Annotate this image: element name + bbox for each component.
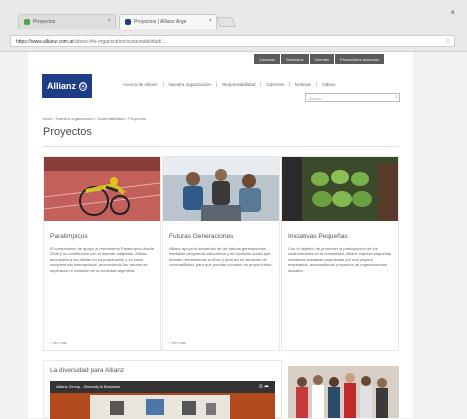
project-card-iniciativas[interactable]: Iniciativas Pequeñas Con el objetivo de …: [281, 156, 399, 351]
card-description: Con el objetivo de promover la participa…: [288, 246, 392, 273]
main-nav: Acerca de Allianz Nuestra organización R…: [123, 82, 341, 87]
url-host: https://www.allianz.com.ar: [16, 39, 74, 45]
allianz-page: Contacto Siniestros Clientes Productores…: [28, 52, 413, 419]
nav-acerca[interactable]: Acerca de Allianz: [123, 82, 164, 87]
topnav-productores[interactable]: Productores Asesores: [335, 54, 385, 64]
search-placeholder: Buscar: [309, 96, 322, 101]
section-title: La diversidad para Allianz: [50, 367, 125, 374]
nav-responsabilidad[interactable]: Responsabilidad: [222, 82, 262, 87]
nav-organizacion[interactable]: Nuestra organización: [169, 82, 218, 87]
group-photo-image: [288, 366, 399, 418]
card-description: El compromiso de apoyo al movimiento Par…: [50, 246, 155, 273]
nav-videos[interactable]: Videos: [322, 82, 341, 87]
card-more-link[interactable]: › Ver más: [169, 340, 186, 345]
nav-carreras[interactable]: Carreras: [266, 82, 290, 87]
nav-noticias[interactable]: Noticias: [295, 82, 317, 87]
classroom-students-image: [163, 157, 279, 221]
address-bar[interactable]: https://www.allianz.com.ar/about-the-org…: [10, 35, 455, 47]
breadcrumb[interactable]: Inicio › Nuestra organización › Sustenta…: [43, 116, 146, 121]
tab-favicon-icon: [24, 19, 30, 25]
search-input[interactable]: Buscar ⌕: [305, 93, 400, 102]
topnav-siniestros[interactable]: Siniestros: [281, 54, 309, 64]
window-close-icon[interactable]: ×: [450, 8, 455, 17]
project-card-paralimpicos[interactable]: Paralímpicos El compromiso de apoyo al m…: [43, 156, 161, 351]
card-title[interactable]: Paralímpicos: [50, 233, 88, 240]
page-title: Proyectos: [43, 126, 92, 138]
tab-label: Proyectos: [33, 19, 56, 25]
card-title[interactable]: Futuras Generaciones: [169, 233, 233, 240]
video-share-icons[interactable]: ⏲ ➦: [259, 384, 269, 390]
divider: [43, 146, 399, 147]
video-player[interactable]: Allianz Group - Diversity is Business ⏲ …: [50, 381, 275, 419]
topnav-clientes[interactable]: Clientes: [309, 54, 335, 64]
video-title: Allianz Group - Diversity is Business: [56, 384, 121, 389]
tab-close-icon[interactable]: ×: [107, 18, 111, 24]
diversity-section: La diversidad para Allianz Allianz Group…: [43, 360, 282, 419]
search-icon[interactable]: ⌕: [395, 94, 398, 100]
allianz-eagle-icon: ⓐ: [79, 81, 87, 91]
project-card-futuras-generaciones[interactable]: Futuras Generaciones Allianz apoya el de…: [162, 156, 280, 351]
browser-chrome: Proyectos × Proyectos | Allianz Arge × ×…: [0, 0, 467, 52]
bookmark-star-icon[interactable]: ☆: [445, 37, 451, 45]
tab-close-icon[interactable]: ×: [208, 18, 212, 24]
browser-tab-proyectos[interactable]: Proyectos ×: [18, 14, 116, 29]
top-utility-nav: Contacto Siniestros Clientes Productores…: [253, 54, 385, 64]
topnav-contacto[interactable]: Contacto: [254, 54, 281, 64]
tab-label: Proyectos | Allianz Arge: [134, 19, 187, 25]
card-title[interactable]: Iniciativas Pequeñas: [288, 233, 348, 240]
card-description: Allianz apoya el desarrollo de las futur…: [169, 246, 273, 268]
url-path: /about-the-organization/sustentabilidad/…: [73, 39, 166, 45]
new-tab-button[interactable]: [216, 17, 236, 27]
tab-favicon-icon: [125, 19, 131, 25]
allianz-logo[interactable]: Allianz ⓐ: [42, 74, 92, 98]
vegetable-garden-image: [282, 157, 398, 221]
card-more-link[interactable]: › Ver más: [50, 340, 67, 345]
browser-tab-allianz[interactable]: Proyectos | Allianz Arge ×: [119, 14, 217, 29]
paralympic-athlete-image: [44, 157, 160, 221]
logo-text: Allianz: [47, 81, 77, 91]
